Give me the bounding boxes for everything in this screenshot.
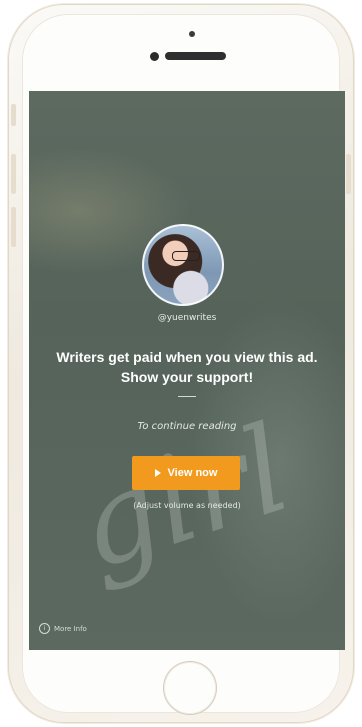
mute-switch (11, 104, 16, 126)
earpiece-speaker (165, 52, 226, 60)
view-now-label: View now (167, 467, 218, 479)
username: @yuenwrites (157, 313, 217, 323)
volume-down-button (11, 207, 16, 247)
power-button (346, 154, 351, 194)
volume-up-button (11, 154, 16, 194)
more-info-link[interactable]: i More Info (39, 623, 87, 634)
avatar-glasses (172, 251, 200, 261)
background-script-art: girl (61, 399, 305, 598)
front-camera (150, 52, 159, 61)
more-info-label: More Info (54, 624, 87, 633)
play-icon (154, 469, 161, 477)
ad-screen: girl @yuenwrites Writers get paid when y… (29, 91, 345, 650)
front-sensor (189, 31, 195, 37)
home-button[interactable] (163, 661, 217, 715)
info-icon: i (39, 623, 50, 634)
avatar (142, 224, 224, 306)
ad-headline: Writers get paid when you view this ad. … (56, 349, 318, 385)
adjust-volume-text: (Adjust volume as needed) (133, 501, 241, 510)
divider (178, 396, 196, 397)
continue-reading-text: To continue reading (137, 421, 237, 432)
view-now-button[interactable]: View now (132, 456, 240, 490)
